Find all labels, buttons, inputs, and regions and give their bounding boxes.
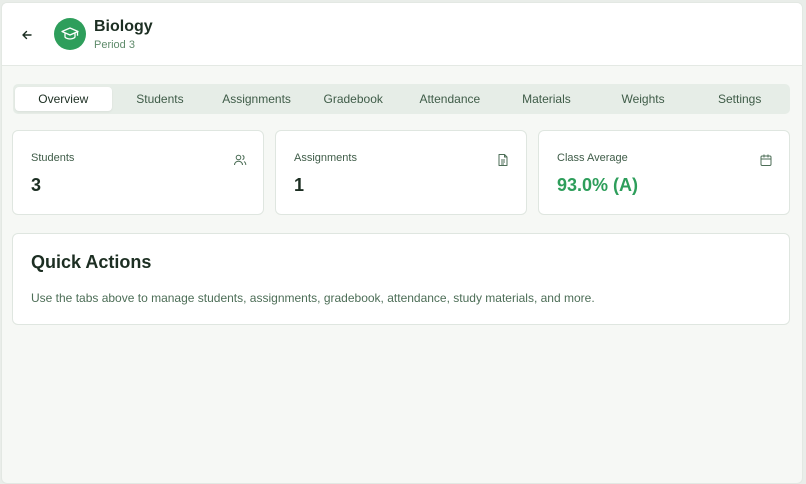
stat-value: 3 <box>31 175 42 195</box>
class-logo <box>54 18 86 50</box>
tab-settings[interactable]: Settings <box>691 87 788 111</box>
quick-actions-text: Use the tabs above to manage students, a… <box>31 291 595 305</box>
stat-label: Assignments <box>294 152 357 164</box>
tab-weights[interactable]: Weights <box>595 87 692 111</box>
tab-attendance[interactable]: Attendance <box>402 87 499 111</box>
tab-gradebook[interactable]: Gradebook <box>305 87 402 111</box>
class-period: Period 3 <box>94 39 135 51</box>
graduation-cap-icon <box>61 27 79 40</box>
document-icon <box>498 154 508 166</box>
app-window: Biology Period 3 Overview Students Assig… <box>1 2 803 484</box>
tab-materials[interactable]: Materials <box>498 87 595 111</box>
quick-actions-title: Quick Actions <box>31 252 152 272</box>
stat-card-students: Students 3 <box>12 130 264 215</box>
page-title: Biology <box>94 18 153 35</box>
tab-overview[interactable]: Overview <box>15 87 112 111</box>
tab-bar: Overview Students Assignments Gradebook … <box>13 84 790 114</box>
quick-actions-card: Quick Actions Use the tabs above to mana… <box>12 233 790 325</box>
class-header: Biology Period 3 <box>2 3 802 66</box>
stat-label: Class Average <box>557 152 628 164</box>
stat-value: 93.0% (A) <box>557 175 639 195</box>
title-block: Biology Period 3 <box>94 17 153 52</box>
stat-card-class-average: Class Average 93.0% (A) <box>538 130 790 215</box>
tab-students[interactable]: Students <box>112 87 209 111</box>
calendar-icon <box>760 154 772 166</box>
back-button[interactable] <box>16 24 38 46</box>
stat-card-assignments: Assignments 1 <box>275 130 527 215</box>
tab-assignments[interactable]: Assignments <box>208 87 305 111</box>
arrow-left-icon <box>22 30 32 40</box>
stat-value: 1 <box>294 175 305 195</box>
users-icon <box>234 154 247 166</box>
stat-label: Students <box>31 152 75 164</box>
